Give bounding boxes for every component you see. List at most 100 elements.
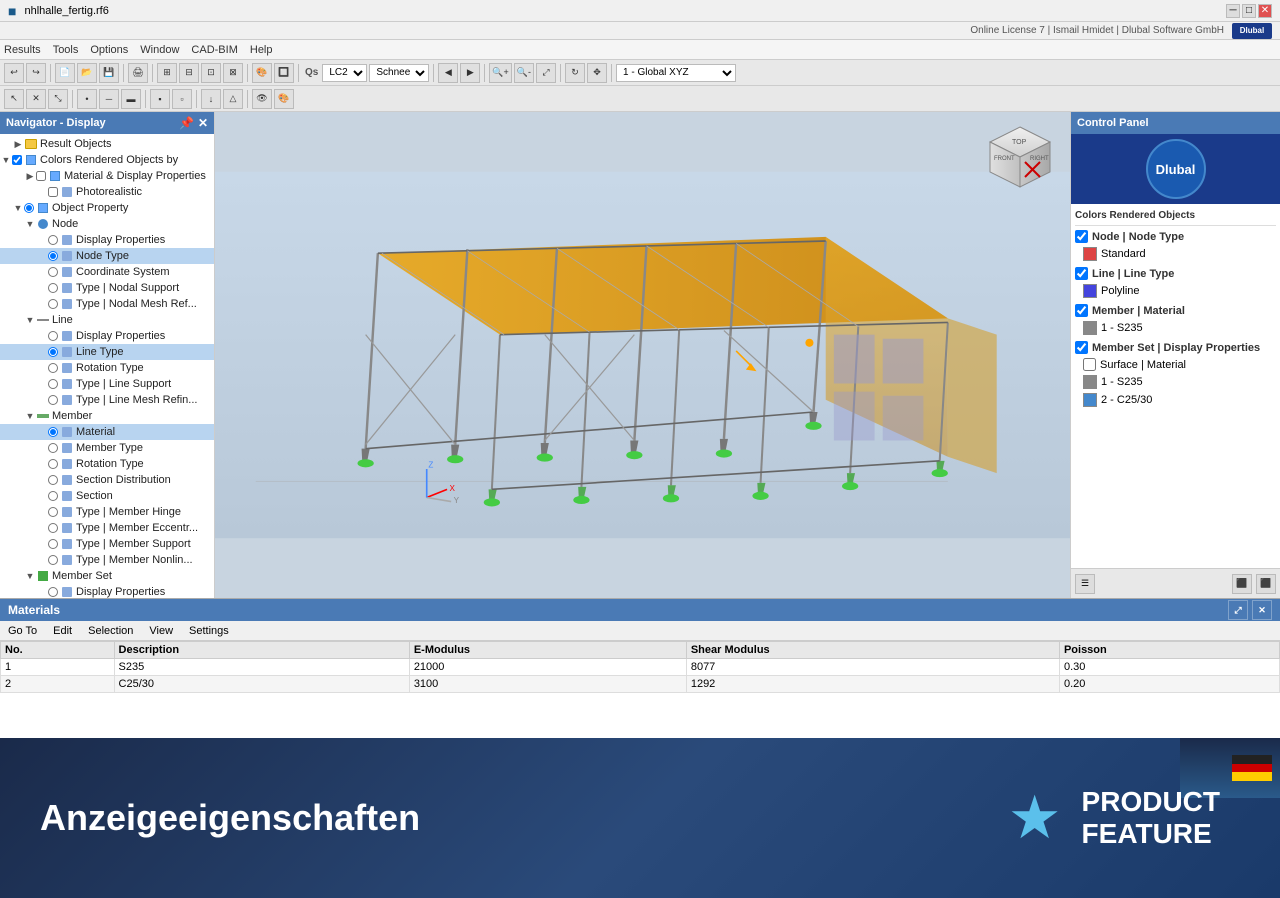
table-row[interactable]: 1 S235 21000 8077 0.30 (1, 659, 1280, 676)
zoom-out[interactable]: 🔍- (514, 63, 534, 83)
open-button[interactable]: 📂 (77, 63, 97, 83)
toggle-node[interactable]: ▼ (24, 219, 36, 229)
print-button[interactable]: 🖨 (128, 63, 148, 83)
move-btn[interactable]: ⤡ (48, 89, 68, 109)
check-colors-rendered[interactable] (12, 155, 22, 165)
radio-object-property[interactable] (24, 203, 34, 213)
select-btn[interactable]: ↖ (4, 89, 24, 109)
menu-cad-bim[interactable]: CAD-BIM (191, 44, 237, 56)
toggle-result-objects[interactable]: ▶ (12, 139, 24, 150)
toggle-member-set[interactable]: ▼ (24, 571, 36, 581)
tree-item-type-line-mesh[interactable]: Type | Line Mesh Refin... (0, 392, 214, 408)
tree-item-line-rotation[interactable]: Rotation Type (0, 360, 214, 376)
radio-material[interactable] (48, 427, 58, 437)
menu-tools[interactable]: Tools (53, 44, 79, 56)
node-btn[interactable]: • (77, 89, 97, 109)
radio-ms-display[interactable] (48, 587, 58, 597)
materials-menu-goto[interactable]: Go To (8, 625, 37, 637)
color-btn[interactable]: 🎨 (274, 89, 294, 109)
pan-btn[interactable]: ✥ (587, 63, 607, 83)
check-photorealistic[interactable] (48, 187, 58, 197)
materials-close-btn[interactable]: ✕ (1252, 600, 1272, 620)
materials-expand-btn[interactable]: ⤢ (1228, 600, 1248, 620)
radio-member-type[interactable] (48, 443, 58, 453)
tree-item-section[interactable]: Section (0, 488, 214, 504)
tree-item-member-nonlin[interactable]: Type | Member Nonlin... (0, 552, 214, 568)
radio-section-dist[interactable] (48, 475, 58, 485)
tree-item-line[interactable]: ▼ Line (0, 312, 214, 328)
tree-item-line-display[interactable]: Display Properties (0, 328, 214, 344)
toggle-member[interactable]: ▼ (24, 411, 36, 421)
tree-item-member-type[interactable]: Member Type (0, 440, 214, 456)
deselect-btn[interactable]: ✕ (26, 89, 46, 109)
toggle-object-property[interactable]: ▼ (12, 203, 24, 213)
support-btn[interactable]: △ (223, 89, 243, 109)
snow-combo[interactable]: Schnee (369, 64, 429, 82)
undo-button[interactable]: ↩ (4, 63, 24, 83)
menu-options[interactable]: Options (90, 44, 128, 56)
view-btn-2[interactable]: ⊟ (179, 63, 199, 83)
surface-btn[interactable]: ▪ (150, 89, 170, 109)
tree-item-member-eccentr[interactable]: Type | Member Eccentr... (0, 520, 214, 536)
tree-item-member[interactable]: ▼ Member (0, 408, 214, 424)
cube-navigator[interactable]: TOP FRONT RIGHT (980, 122, 1060, 202)
tree-item-type-line-support[interactable]: Type | Line Support (0, 376, 214, 392)
toggle-colors-rendered[interactable]: ▼ (0, 155, 12, 165)
redo-button[interactable]: ↪ (26, 63, 46, 83)
tree-item-result-objects[interactable]: ▶ Result Objects (0, 136, 214, 152)
load-btn[interactable]: ↓ (201, 89, 221, 109)
radio-coord-system[interactable] (48, 267, 58, 277)
materials-menu-settings[interactable]: Settings (189, 625, 229, 637)
render-btn[interactable]: 🎨 (252, 63, 272, 83)
tree-item-member-set[interactable]: ▼ Member Set (0, 568, 214, 584)
new-button[interactable]: 📄 (55, 63, 75, 83)
view-btn-3[interactable]: ⊡ (201, 63, 221, 83)
nav-pin-button[interactable]: 📌 (179, 116, 194, 130)
menu-window[interactable]: Window (140, 44, 179, 56)
cp-check-member-material[interactable] (1075, 304, 1088, 317)
rotate-btn[interactable]: ↻ (565, 63, 585, 83)
viewport-3d-area[interactable]: X Y Z (215, 112, 1070, 598)
radio-member-rotation[interactable] (48, 459, 58, 469)
radio-section[interactable] (48, 491, 58, 501)
radio-node-type[interactable] (48, 251, 58, 261)
line-btn[interactable]: ─ (99, 89, 119, 109)
cp-check-node[interactable] (1075, 230, 1088, 243)
toggle-line[interactable]: ▼ (24, 315, 36, 325)
radio-line-type[interactable] (48, 347, 58, 357)
tree-item-type-nodal-mesh[interactable]: Type | Nodal Mesh Ref... (0, 296, 214, 312)
tree-item-member-rotation[interactable]: Rotation Type (0, 456, 214, 472)
nav-close-button[interactable]: ✕ (198, 116, 208, 130)
tree-item-ms-display[interactable]: Display Properties (0, 584, 214, 598)
tree-item-member-support[interactable]: Type | Member Support (0, 536, 214, 552)
view-btn-4[interactable]: ⊠ (223, 63, 243, 83)
tree-item-colors-rendered[interactable]: ▼ Colors Rendered Objects by (0, 152, 214, 168)
save-button[interactable]: 💾 (99, 63, 119, 83)
display-btn[interactable]: 👁 (252, 89, 272, 109)
tree-item-line-type[interactable]: Line Type (0, 344, 214, 360)
volume-btn[interactable]: ▫ (172, 89, 192, 109)
cp-check-line[interactable] (1075, 267, 1088, 280)
radio-member-hinge[interactable] (48, 507, 58, 517)
tree-item-material-display[interactable]: ▶ Material & Display Properties (0, 168, 214, 184)
restore-button[interactable]: □ (1242, 4, 1256, 18)
radio-nodal-support[interactable] (48, 283, 58, 293)
materials-menu-view[interactable]: View (149, 625, 173, 637)
coordinate-system-combo[interactable]: 1 - Global XYZ (616, 64, 736, 82)
close-button[interactable]: ✕ (1258, 4, 1272, 18)
cp-import-btn[interactable]: ⬛ (1256, 574, 1276, 594)
tree-item-type-nodal-support[interactable]: Type | Nodal Support (0, 280, 214, 296)
cp-check-memberset[interactable] (1075, 341, 1088, 354)
zoom-in[interactable]: 🔍+ (489, 63, 511, 83)
tree-item-coord-system[interactable]: Coordinate System (0, 264, 214, 280)
view-btn-1[interactable]: ⊞ (157, 63, 177, 83)
radio-member-eccentr[interactable] (48, 523, 58, 533)
cp-list-btn[interactable]: ☰ (1075, 574, 1095, 594)
radio-line-support[interactable] (48, 379, 58, 389)
menu-results[interactable]: Results (4, 44, 41, 56)
cp-export-btn[interactable]: ⬛ (1232, 574, 1252, 594)
menu-help[interactable]: Help (250, 44, 273, 56)
member-btn[interactable]: ▬ (121, 89, 141, 109)
tree-item-material[interactable]: Material (0, 424, 214, 440)
tree-item-node[interactable]: ▼ Node (0, 216, 214, 232)
